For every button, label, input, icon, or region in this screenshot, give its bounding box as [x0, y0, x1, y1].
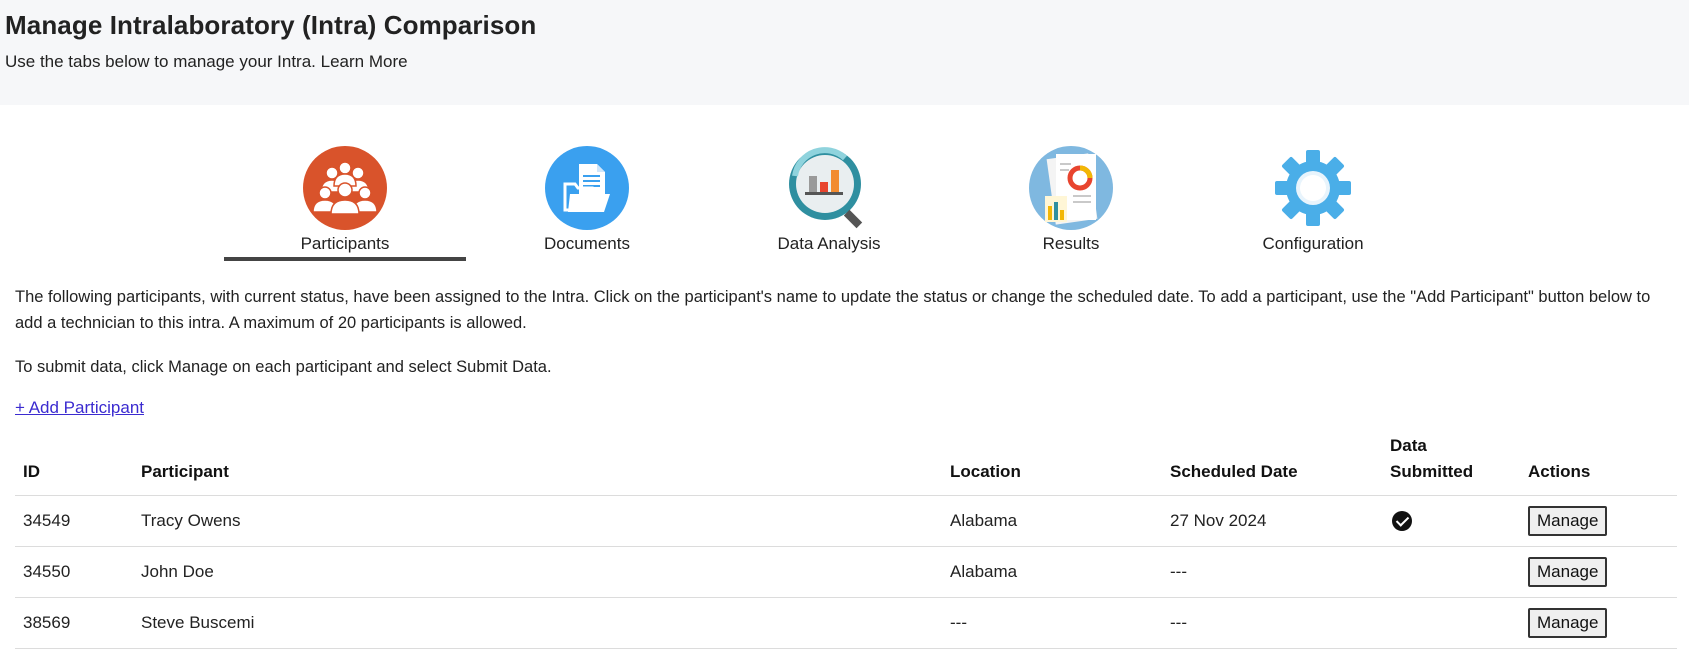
participants-table: ID Participant Location Scheduled Date D…: [15, 430, 1677, 649]
header-data-submitted-label: Data Submitted: [1390, 435, 1474, 481]
cell-actions: Manage: [1520, 546, 1677, 598]
cell-participant[interactable]: John Doe: [133, 546, 942, 598]
tab-label: Data Analysis: [777, 234, 881, 253]
tab-data-analysis[interactable]: Data Analysis: [708, 146, 950, 262]
cell-location: Alabama: [942, 546, 1162, 598]
folder-documents-icon: [545, 146, 629, 230]
header-location: Location: [942, 430, 1162, 496]
add-participant-link[interactable]: + Add Participant: [15, 398, 144, 418]
gear-icon: [1271, 146, 1355, 230]
tab-results[interactable]: Results: [950, 146, 1192, 262]
manage-button[interactable]: Manage: [1528, 556, 1608, 587]
page-subtitle: Use the tabs below to manage your Intra.…: [5, 52, 408, 72]
cell-scheduled-date: 27 Nov 2024: [1162, 495, 1382, 547]
table-row: 38569 Steve Buscemi --- --- Manage: [15, 597, 1677, 649]
table-row: 34549 Tracy Owens Alabama 27 Nov 2024 Ma…: [15, 495, 1677, 547]
tab-documents[interactable]: Documents: [466, 146, 708, 262]
participants-group-icon: [303, 146, 387, 230]
manage-button[interactable]: Manage: [1528, 505, 1608, 536]
cell-participant[interactable]: Tracy Owens: [133, 495, 942, 547]
tab-label: Documents: [544, 234, 630, 253]
participants-description: The following participants, with current…: [15, 288, 1651, 332]
cell-actions: Manage: [1520, 597, 1677, 649]
cell-id: 34550: [15, 546, 133, 598]
tab-label: Configuration: [1262, 234, 1364, 253]
header-data-submitted: Data Submitted: [1382, 430, 1520, 496]
cell-scheduled-date: ---: [1162, 546, 1382, 598]
cell-data-submitted: [1382, 495, 1520, 547]
header-participant: Participant: [133, 430, 942, 496]
header-actions: Actions: [1520, 430, 1677, 496]
cell-data-submitted: [1382, 597, 1520, 649]
cell-scheduled-date: ---: [1162, 597, 1382, 649]
tab-label: Results: [1042, 234, 1100, 253]
cell-location: ---: [942, 597, 1162, 649]
checkmark-circle-icon: [1392, 510, 1412, 531]
table-header-row: ID Participant Location Scheduled Date D…: [15, 430, 1677, 496]
cell-participant[interactable]: Steve Buscemi: [133, 597, 942, 649]
page-title: Manage Intralaboratory (Intra) Compariso…: [5, 10, 537, 40]
report-results-icon: [1029, 146, 1113, 230]
cell-actions: Manage: [1520, 495, 1677, 547]
page-header: Manage Intralaboratory (Intra) Compariso…: [0, 0, 1689, 105]
cell-location: Alabama: [942, 495, 1162, 547]
cell-id: 38569: [15, 597, 133, 649]
header-id: ID: [15, 430, 133, 496]
table-row: 34550 John Doe Alabama --- Manage: [15, 546, 1677, 598]
tab-participants[interactable]: Participants: [224, 146, 466, 262]
header-scheduled-date: Scheduled Date: [1162, 430, 1382, 496]
learn-more-link[interactable]: Learn More: [321, 52, 408, 71]
tab-configuration[interactable]: Configuration: [1192, 146, 1434, 262]
tab-label: Participants: [300, 234, 390, 253]
subtitle-text: Use the tabs below to manage your Intra.: [5, 52, 316, 71]
cell-id: 34549: [15, 495, 133, 547]
manage-button[interactable]: Manage: [1528, 607, 1608, 638]
tab-bar: Participants Documents Data Analysis Res…: [224, 146, 1451, 262]
cell-data-submitted: [1382, 546, 1520, 598]
submit-instructions: To submit data, click Manage on each par…: [15, 358, 552, 376]
chart-magnifier-icon: [787, 146, 871, 230]
active-tab-underline: [224, 257, 466, 261]
